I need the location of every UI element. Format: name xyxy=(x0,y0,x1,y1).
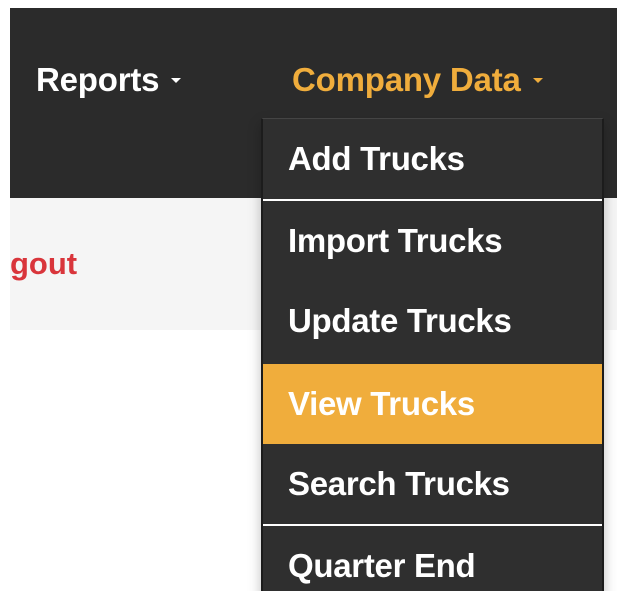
menu-item-import-trucks[interactable]: Import Trucks xyxy=(263,201,602,281)
menu-item-search-trucks[interactable]: Search Trucks xyxy=(263,444,602,524)
logout-link[interactable]: gout xyxy=(10,244,77,284)
company-data-dropdown-menu: Add Trucks Import Trucks Update Trucks V… xyxy=(261,118,604,591)
caret-down-icon xyxy=(532,77,543,83)
menu-item-view-trucks[interactable]: View Trucks xyxy=(263,364,602,444)
menu-item-update-trucks[interactable]: Update Trucks xyxy=(263,281,602,361)
nav-company-data-dropdown[interactable]: Company Data xyxy=(292,60,543,100)
nav-company-data-label: Company Data xyxy=(292,61,521,98)
caret-down-icon xyxy=(171,77,182,83)
menu-item-quarter-end[interactable]: Quarter End xyxy=(263,526,602,591)
nav-reports-label: Reports xyxy=(36,61,160,98)
page: Reports Company Data gout Add Trucks Imp… xyxy=(0,0,617,591)
nav-reports-dropdown[interactable]: Reports xyxy=(36,60,182,100)
menu-item-add-trucks[interactable]: Add Trucks xyxy=(263,119,602,199)
